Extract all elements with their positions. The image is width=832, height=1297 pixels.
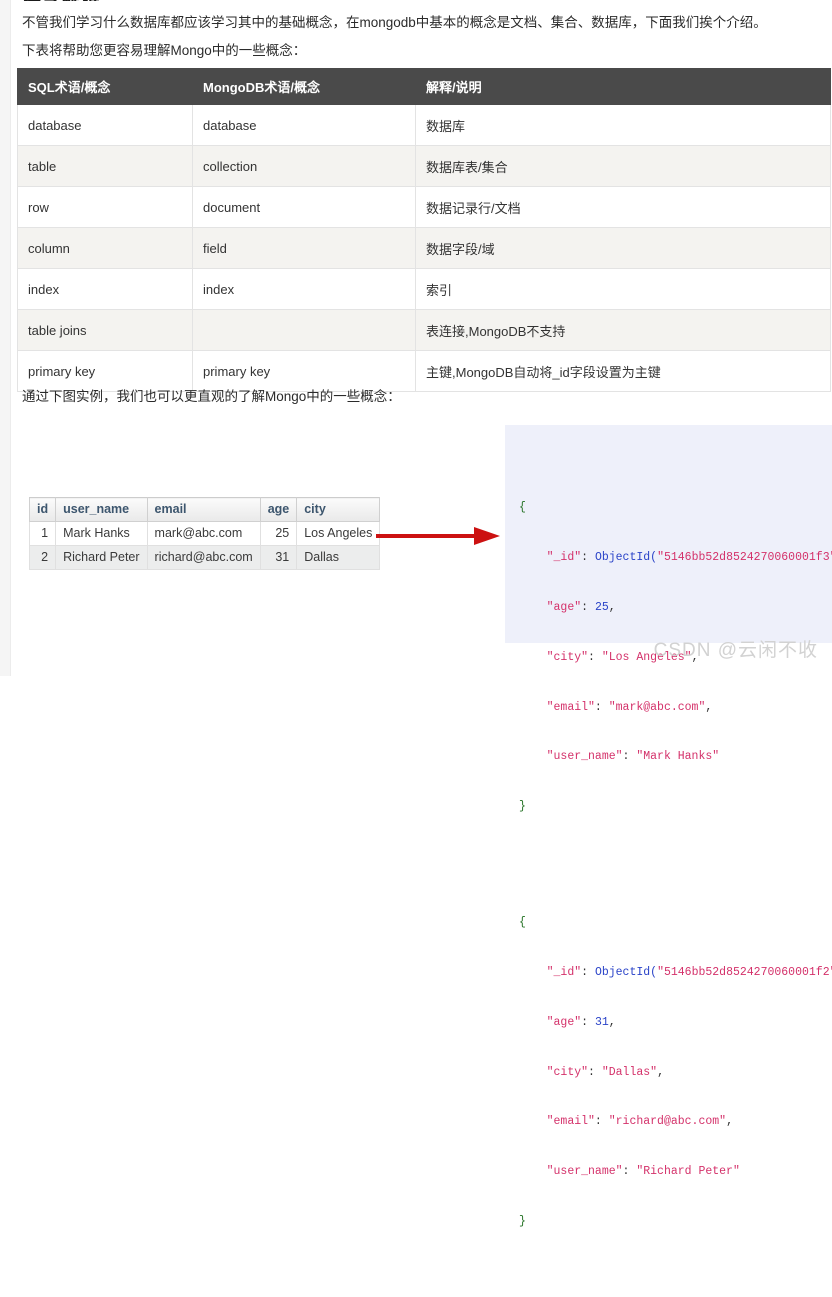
- cell-sql-term: database: [17, 104, 193, 146]
- cell-sql-term: table joins: [17, 309, 193, 351]
- sql-cell-user-name: Mark Hanks: [55, 521, 148, 546]
- cell-mongodb-term: primary key: [192, 350, 416, 392]
- table-row: table joins 表连接,MongoDB不支持: [17, 309, 831, 351]
- cell-mongodb-term: index: [192, 268, 416, 310]
- figure-intro-paragraph: 通过下图实例，我们也可以更直观的了解Mongo中的一些概念：: [22, 389, 401, 404]
- table-row: index index 索引: [17, 268, 831, 310]
- code-line-age-1: "age": 25,: [546, 600, 616, 614]
- sql-table-row: 1 Mark Hanks mark@abc.com 25 Los Angeles: [28, 521, 381, 546]
- code-line-email-1: "email": "mark@abc.com",: [546, 700, 713, 714]
- cell-sql-term: table: [17, 145, 193, 187]
- intro-paragraph-1: 不管我们学习什么数据库都应该学习其中的基础概念，在mongodb中基本的概念是文…: [22, 15, 767, 30]
- sql-column-header-email: email: [146, 497, 261, 522]
- cell-mongodb-term: [192, 309, 416, 351]
- cell-explanation: 数据库: [415, 104, 831, 146]
- cell-explanation: 表连接,MongoDB不支持: [415, 309, 831, 351]
- sql-result-table: id user_name email age city 1 Mark Hanks…: [28, 497, 381, 570]
- code-line-username-2: "user_name": "Richard Peter": [546, 1165, 740, 1179]
- table-header-row: SQL术语/概念 MongoDB术语/概念 解释/说明: [17, 68, 831, 105]
- code-line-open-brace-2: {: [519, 916, 526, 930]
- code-line-id-1: "_id": ObjectId("5146bb52d8524270060001f…: [546, 551, 832, 565]
- code-line-age-2: "age": 31,: [546, 1015, 616, 1029]
- sql-cell-user-name: Richard Peter: [55, 545, 148, 570]
- cell-mongodb-term: collection: [192, 145, 416, 187]
- table-row: row document 数据记录行/文档: [17, 186, 831, 228]
- code-doc-2: { "_id": ObjectId("5146bb52d852427006000…: [519, 882, 832, 1264]
- sql-cell-email: mark@abc.com: [146, 521, 261, 546]
- cut-off-section-heading: 概念解析: [22, 0, 100, 1]
- code-line-close-brace-2: }: [519, 1214, 526, 1228]
- sql-column-header-id: id: [28, 497, 57, 522]
- code-line-close-brace-1: }: [519, 800, 526, 814]
- table-row: column field 数据字段/域: [17, 227, 831, 269]
- code-line-open-brace-1: {: [519, 501, 526, 515]
- table-row: table collection 数据库表/集合: [17, 145, 831, 187]
- column-header-sql: SQL术语/概念: [17, 68, 193, 105]
- cell-sql-term: primary key: [17, 350, 193, 392]
- csdn-watermark: CSDN @云闲不收: [653, 640, 818, 661]
- intro-paragraph-2: 下表将帮助您更容易理解Mongo中的一些概念：: [22, 43, 307, 58]
- cell-sql-term: row: [17, 186, 193, 228]
- cell-mongodb-term: field: [192, 227, 416, 269]
- sql-table-row: 2 Richard Peter richard@abc.com 31 Dalla…: [28, 545, 381, 570]
- cell-sql-term: column: [17, 227, 193, 269]
- sql-cell-id: 2: [28, 545, 57, 570]
- page-left-gutter: [0, 0, 11, 676]
- red-arrow-icon: [376, 527, 500, 545]
- sql-cell-email: richard@abc.com: [146, 545, 261, 570]
- cell-sql-term: index: [17, 268, 193, 310]
- table-row: primary key primary key 主键,MongoDB自动将_id…: [17, 350, 831, 392]
- cell-explanation: 数据记录行/文档: [415, 186, 831, 228]
- sql-cell-city: Los Angeles: [296, 521, 381, 546]
- sql-table-header-row: id user_name email age city: [28, 497, 381, 522]
- article-content: 概念解析 不管我们学习什么数据库都应该学习其中的基础概念，在mongodb中基本…: [12, 0, 832, 1228]
- column-header-explanation: 解释/说明: [415, 68, 831, 105]
- code-line-city-2: "city": "Dallas",: [546, 1065, 664, 1079]
- sql-cell-age: 31: [259, 545, 298, 570]
- cell-explanation: 数据字段/域: [415, 227, 831, 269]
- cell-explanation: 数据库表/集合: [415, 145, 831, 187]
- sql-mongodb-concepts-table: SQL术语/概念 MongoDB术语/概念 解释/说明 database dat…: [17, 68, 831, 392]
- cell-mongodb-term: document: [192, 186, 416, 228]
- code-line-email-2: "email": "richard@abc.com",: [546, 1115, 733, 1129]
- sql-to-mongo-figure: id user_name email age city 1 Mark Hanks…: [12, 410, 832, 1228]
- sql-cell-id: 1: [28, 521, 57, 546]
- sql-column-header-city: city: [296, 497, 381, 522]
- cell-explanation: 主键,MongoDB自动将_id字段设置为主键: [415, 350, 831, 392]
- mongodb-documents-code-block: { "_id": ObjectId("5146bb52d852427006000…: [505, 425, 832, 1228]
- column-header-mongodb: MongoDB术语/概念: [192, 68, 416, 105]
- cell-explanation: 索引: [415, 268, 831, 310]
- code-line-id-2: "_id": ObjectId("5146bb52d8524270060001f…: [546, 966, 832, 979]
- cell-mongodb-term: database: [192, 104, 416, 146]
- sql-column-header-user-name: user_name: [55, 497, 148, 522]
- sql-cell-city: Dallas: [296, 545, 381, 570]
- sql-column-header-age: age: [259, 497, 298, 522]
- code-line-username-1: "user_name": "Mark Hanks": [546, 750, 720, 764]
- sql-cell-age: 25: [259, 521, 298, 546]
- table-row: database database 数据库: [17, 104, 831, 146]
